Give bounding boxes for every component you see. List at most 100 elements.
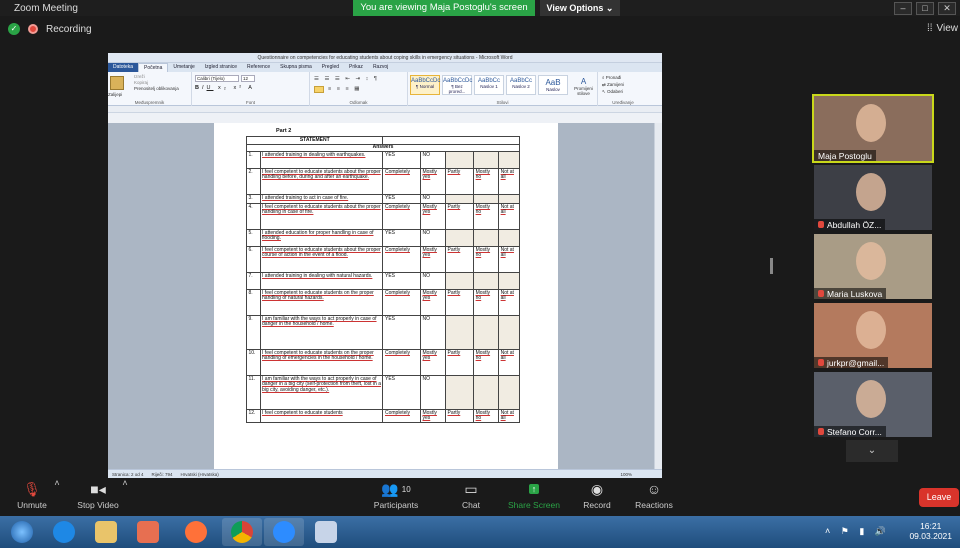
change-styles-button[interactable]: A Promijeni stilove <box>571 77 596 96</box>
taskbar-clock[interactable]: 16:21 09.03.2021 <box>909 521 952 541</box>
answer-cell: Completely <box>382 203 421 231</box>
answer-cell: Mostly yes <box>419 409 446 424</box>
close-icon[interactable]: ✕ <box>938 1 956 15</box>
select-button[interactable]: ↖ Odaberi <box>602 88 624 95</box>
answer-cell: Not at all <box>498 203 520 231</box>
format-painter-button[interactable]: Prenositelj oblikovanja <box>134 86 179 92</box>
answer-cell: Not at all <box>498 168 520 196</box>
style-title[interactable]: AaB Naslov <box>538 75 568 95</box>
align-icons[interactable]: ≡ ≡ ≡ ▦ <box>328 86 361 92</box>
share-banner: You are viewing Maja Postoglu's screen <box>353 0 535 16</box>
chrome-icon[interactable] <box>222 518 262 546</box>
row-number: 4. <box>246 203 261 231</box>
more-participants-chevron-icon[interactable]: ⌄ <box>846 440 898 462</box>
participant-tile[interactable]: Stefano Corr... <box>814 372 932 437</box>
style-heading-1[interactable]: AaBbCc Naslov 1 <box>474 75 504 95</box>
font-group-label: Font <box>245 100 255 105</box>
stop-video-button[interactable]: ■◂ Stop Video <box>68 478 128 511</box>
row-number: 12. <box>246 409 261 424</box>
participant-tile[interactable]: Abdullah ÖZ... <box>814 165 932 230</box>
tab-mailings[interactable]: Skupna pisma <box>275 63 317 72</box>
tab-layout[interactable]: Izgled stranice <box>200 63 242 72</box>
view-button[interactable]: ⁞⁞ View <box>927 23 958 34</box>
vertical-scrollbar[interactable] <box>654 123 662 469</box>
statement-cell[interactable]: I attended training in dealing with natu… <box>259 272 384 291</box>
record-button[interactable]: ◉ Record <box>567 478 627 511</box>
row-number: 5. <box>246 229 261 248</box>
statement-cell[interactable]: I attended training to act in case of fi… <box>259 194 384 205</box>
clock-time: 16:21 <box>920 521 942 531</box>
leave-button[interactable]: Leave <box>919 488 959 507</box>
start-icon[interactable] <box>2 518 42 546</box>
align-left-icon[interactable] <box>314 86 324 93</box>
style-normal[interactable]: AaBbCcDc ¶ Normal <box>410 75 440 95</box>
internet-explorer-icon[interactable] <box>44 518 84 546</box>
format-buttons[interactable]: BIU x₂ x² A <box>195 85 255 91</box>
table-row: 5. I attended education for proper handli… <box>246 229 520 248</box>
statement-cell[interactable]: I am familiar with the ways to act prope… <box>259 315 384 351</box>
participant-tile[interactable]: Maja Postoglu <box>812 94 934 163</box>
statement-cell[interactable]: I feel competent to educate students on … <box>259 349 384 377</box>
statement-cell[interactable]: I feel competent to educate students abo… <box>259 246 384 274</box>
maximize-icon[interactable]: □ <box>916 1 934 15</box>
answer-cell: YES <box>382 375 421 411</box>
statement-cell[interactable]: I feel competent to educate students abo… <box>259 168 384 196</box>
statement-cell[interactable]: I attended training in dealing with eart… <box>259 151 384 170</box>
share-screen-button[interactable]: ↑ Share Screen <box>504 478 564 510</box>
splitter-handle[interactable] <box>770 258 773 274</box>
statement-cell[interactable]: I feel competent to educate students on … <box>259 289 384 317</box>
firefox-icon[interactable] <box>176 518 216 546</box>
minimize-icon[interactable]: – <box>894 1 912 15</box>
participant-tile[interactable]: jurkpr@gmail... <box>814 303 932 368</box>
tab-home[interactable]: Početna <box>138 62 169 73</box>
table-row: 7. I attended training in dealing with na… <box>246 272 520 291</box>
participant-name-label: Stefano Corr... <box>827 426 882 437</box>
answers-header-row: Answers <box>246 143 520 153</box>
media-player-icon[interactable] <box>128 518 168 546</box>
tab-insert[interactable]: Umetanje <box>168 63 199 72</box>
participant-tile[interactable]: Maria Luskova <box>814 234 932 299</box>
style-heading-2[interactable]: AaBbCc Naslov 2 <box>506 75 536 95</box>
tab-developer[interactable]: Razvoj <box>368 63 393 72</box>
font-family-select[interactable]: Calibri (Tijelo) <box>195 75 239 82</box>
paint-icon[interactable] <box>306 518 346 546</box>
tab-references[interactable]: Reference <box>242 63 275 72</box>
answer-cell: Completely <box>382 409 421 424</box>
chat-button[interactable]: ▭ Chat <box>441 478 501 511</box>
participant-video <box>856 242 886 280</box>
replace-button[interactable]: ⇄ Zamijeni <box>602 81 624 88</box>
row-number: 6. <box>246 246 261 274</box>
tab-review[interactable]: Pregled <box>317 63 344 72</box>
list-icons[interactable]: ☰ ☰ ☰ ⇤ ⇥ ↕ ¶ <box>314 76 379 82</box>
view-options-button[interactable]: View Options ⌄ <box>540 0 620 16</box>
participants-button[interactable]: 👥 10 Participants <box>366 478 426 511</box>
word-title: Questionnaire on competencies for educat… <box>108 53 662 63</box>
answer-cell: YES <box>382 315 421 351</box>
paste-icon[interactable] <box>110 76 124 90</box>
recording-label: Recording <box>46 23 92 35</box>
security-shield-icon[interactable]: ✓ <box>8 23 20 35</box>
video-options-chevron-icon[interactable]: ˄ <box>120 478 130 488</box>
row-number: 7. <box>246 272 261 291</box>
answer-cell: Partly <box>444 203 475 231</box>
font-size-select[interactable]: 12 <box>241 75 255 82</box>
answer-cell: Mostly yes <box>419 246 446 274</box>
style-no-spacing[interactable]: AaBbCcDc ¶ Bez prored... <box>442 75 472 95</box>
audio-options-chevron-icon[interactable]: ˄ <box>52 478 62 488</box>
answer-cell <box>473 151 500 170</box>
file-explorer-icon[interactable] <box>86 518 126 546</box>
answer-cell <box>498 315 520 351</box>
reactions-button[interactable]: ☺ Reactions <box>624 478 684 510</box>
answer-cell: NO <box>419 375 446 411</box>
statement-cell[interactable]: I feel competent to educate students <box>259 409 384 424</box>
zoom-app-icon[interactable] <box>264 518 304 546</box>
system-tray-icons[interactable]: ˄ ⚑ ▮ 🔊 <box>825 526 890 537</box>
statement-cell[interactable]: I feel competent to educate students abo… <box>259 203 384 231</box>
tab-file[interactable]: Datoteka <box>108 63 139 72</box>
statement-cell[interactable]: I attended education for proper handling… <box>259 229 384 248</box>
row-number: 1. <box>246 151 261 170</box>
find-button[interactable]: ⌕ Pronađi <box>602 74 624 81</box>
participant-video <box>856 311 886 349</box>
statement-cell[interactable]: I am familiar with the ways to act prope… <box>259 375 384 411</box>
tab-view[interactable]: Prikaz <box>344 63 368 72</box>
